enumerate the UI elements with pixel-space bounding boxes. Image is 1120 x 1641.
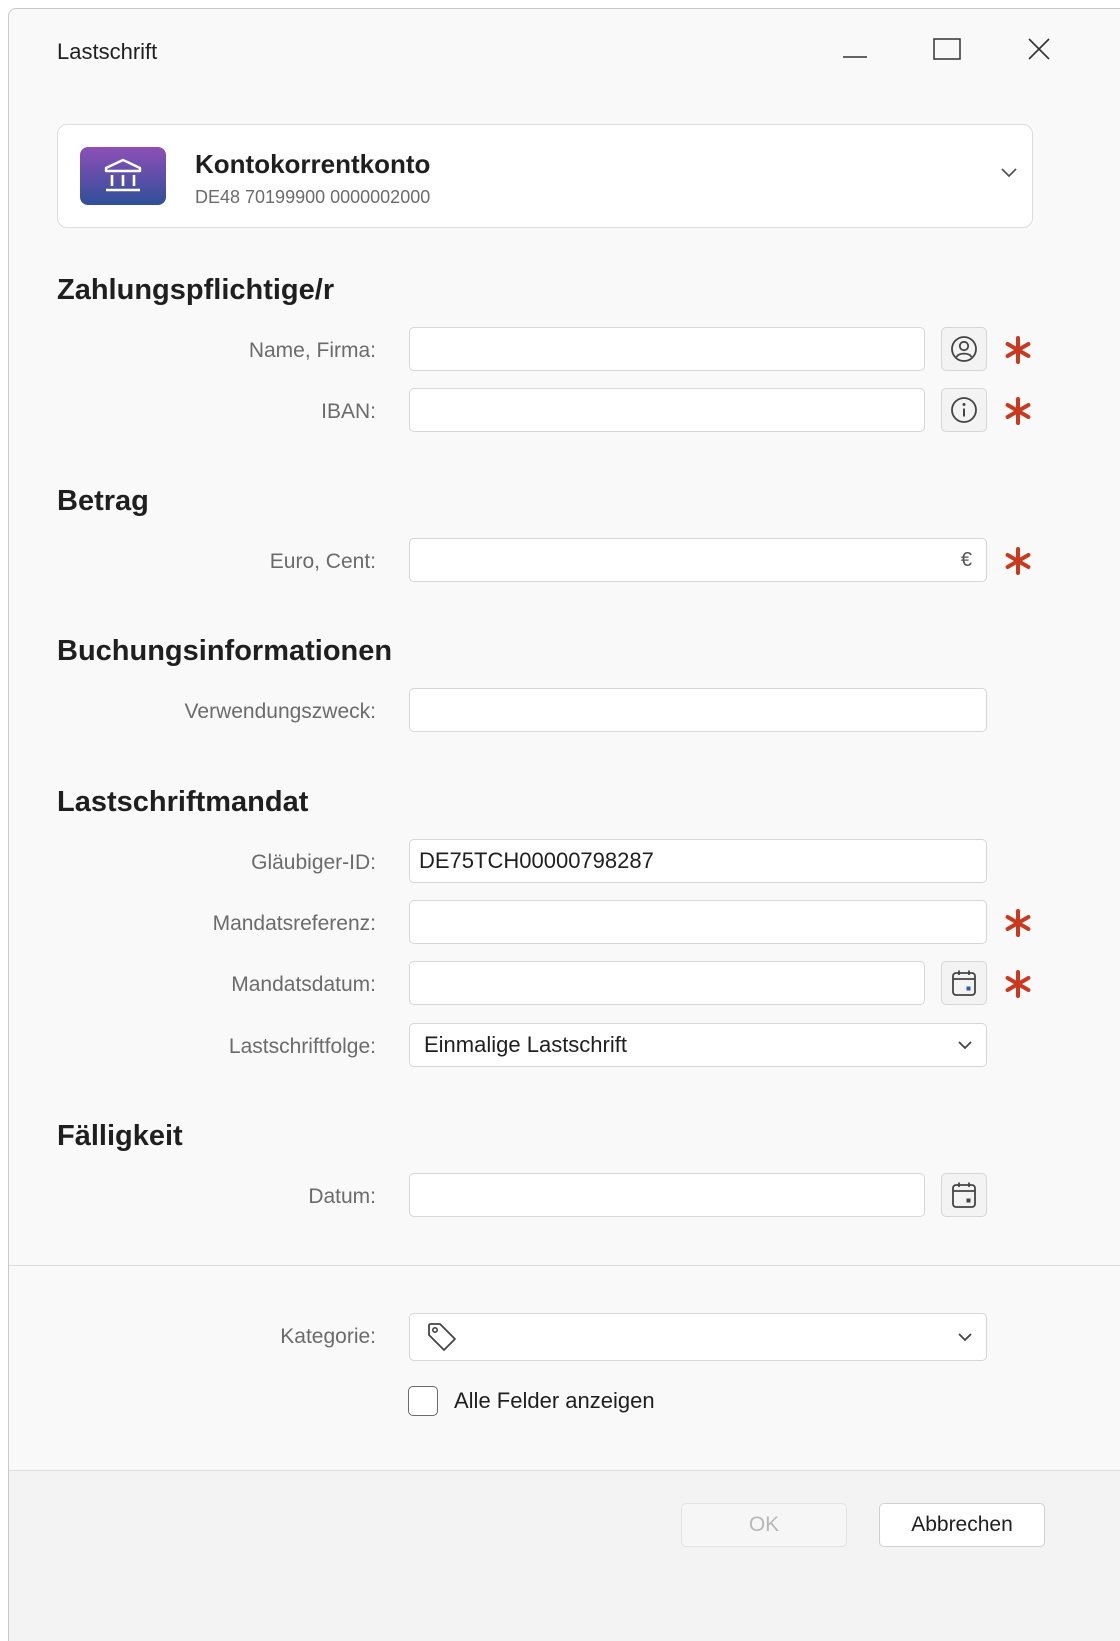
purpose-field[interactable]	[409, 688, 987, 732]
amount-label: Euro, Cent:	[269, 550, 376, 573]
calendar-icon	[952, 970, 976, 996]
name-field[interactable]	[409, 327, 925, 371]
required-asterisk-icon	[1005, 970, 1031, 998]
section-due: Fälligkeit	[57, 1120, 183, 1152]
category-dropdown[interactable]	[409, 1313, 987, 1361]
sequence-dropdown[interactable]: Einmalige Lastschrift	[409, 1023, 987, 1067]
show-all-fields-label[interactable]: Alle Felder anzeigen	[454, 1388, 655, 1414]
person-circle-icon	[951, 336, 977, 362]
sequence-value: Einmalige Lastschrift	[424, 1032, 627, 1057]
maximize-icon	[933, 38, 961, 60]
account-selector[interactable]: Kontokorrentkonto DE48 70199900 00000020…	[57, 124, 1033, 228]
show-all-fields-checkbox[interactable]	[408, 1386, 438, 1416]
account-name: Kontokorrentkonto	[195, 149, 431, 179]
window-title: Lastschrift	[57, 39, 158, 64]
close-icon	[1028, 38, 1050, 60]
creditor-id-field[interactable]: DE75TCH00000798287	[409, 839, 987, 883]
title-bar: Lastschrift	[9, 9, 1120, 79]
mandate-date-field[interactable]	[409, 961, 925, 1005]
debit-dialog: Lastschrift Kontokorrentkonto DE48 70199…	[8, 8, 1120, 1641]
due-date-picker-button[interactable]	[941, 1173, 987, 1217]
required-asterisk-icon	[1005, 547, 1031, 575]
iban-field[interactable]	[409, 388, 925, 432]
section-amount: Betrag	[57, 485, 149, 517]
account-iban: DE48 70199900 0000002000	[195, 187, 431, 207]
chevron-down-icon	[958, 1333, 972, 1342]
required-asterisk-icon	[1005, 909, 1031, 937]
required-asterisk-icon	[1005, 397, 1031, 425]
dialog-footer: OK Abbrechen	[9, 1470, 1120, 1641]
iban-info-button[interactable]	[941, 388, 987, 432]
currency-symbol: €	[960, 548, 972, 571]
minimize-button[interactable]	[825, 25, 885, 73]
calendar-icon	[952, 1182, 976, 1208]
contact-picker-button[interactable]	[941, 327, 987, 371]
info-icon	[951, 397, 977, 423]
due-date-label: Datum:	[308, 1185, 376, 1208]
ok-button[interactable]: OK	[681, 1503, 847, 1547]
category-label: Kategorie:	[280, 1325, 376, 1348]
mandate-date-picker-button[interactable]	[941, 961, 987, 1005]
minimize-icon	[843, 56, 867, 58]
name-label: Name, Firma:	[248, 339, 376, 362]
bank-icon	[80, 147, 166, 205]
mandate-reference-label: Mandatsreferenz:	[212, 912, 376, 935]
creditor-id-label: Gläubiger-ID:	[251, 851, 376, 874]
section-divider	[9, 1265, 1120, 1266]
mandate-reference-field[interactable]	[409, 900, 987, 944]
cancel-button[interactable]: Abbrechen	[879, 1503, 1045, 1547]
section-booking-info: Buchungsinformationen	[57, 635, 393, 667]
amount-field[interactable]: €	[409, 538, 987, 582]
sequence-label: Lastschriftfolge:	[228, 1035, 376, 1058]
due-date-field[interactable]	[409, 1173, 925, 1217]
chevron-down-icon	[1001, 168, 1017, 178]
purpose-label: Verwendungszweck:	[184, 700, 376, 723]
required-asterisk-icon	[1005, 336, 1031, 364]
tag-icon	[428, 1323, 456, 1351]
chevron-down-icon	[958, 1041, 972, 1050]
close-button[interactable]	[1009, 25, 1069, 73]
section-payer: Zahlungspflichtige/r	[57, 274, 335, 306]
mandate-date-label: Mandatsdatum:	[231, 973, 376, 996]
section-mandate: Lastschriftmandat	[57, 786, 309, 818]
maximize-button[interactable]	[917, 25, 977, 73]
iban-label: IBAN:	[321, 400, 376, 423]
